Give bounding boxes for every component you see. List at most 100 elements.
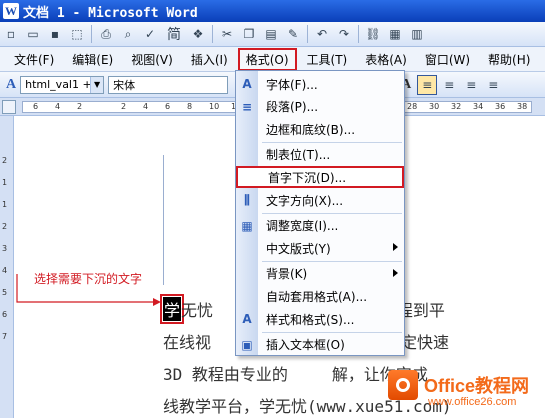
format-menu-item-10[interactable]: A 样式和格式(S)... <box>236 308 404 330</box>
text-direction-icon: ⫼ <box>244 192 250 207</box>
format-painter-icon[interactable]: ✎ <box>283 24 303 44</box>
menu-item-6[interactable]: 表格(A) <box>357 49 415 70</box>
selected-first-character[interactable]: 学 <box>159 294 185 324</box>
save-icon[interactable]: ▪ <box>45 24 65 44</box>
text-box-icon: ▣ <box>241 337 253 352</box>
ruler-number: 30 <box>429 102 440 111</box>
toolbar-separator <box>212 25 213 43</box>
ruler-number: 4 <box>143 102 149 111</box>
ruler-number: 28 <box>407 102 418 111</box>
submenu-arrow-icon <box>393 268 398 277</box>
new-document-icon[interactable]: ▫ <box>1 24 21 44</box>
font-combo[interactable]: 宋体 <box>108 75 229 94</box>
font-combo-value: 宋体 <box>113 78 136 92</box>
format-menu-item-1[interactable]: ≡ 段落(P)... <box>236 96 404 118</box>
print-preview-icon[interactable]: ⌕ <box>118 24 138 44</box>
open-folder-icon[interactable]: ▭ <box>23 24 43 44</box>
ruler-number: 2 <box>77 102 83 111</box>
ruler-number: 10 <box>209 102 220 111</box>
permission-icon[interactable]: ⬚ <box>67 24 87 44</box>
paste-icon[interactable]: ▤ <box>261 24 281 44</box>
menu-separator <box>262 331 402 333</box>
menu-separator <box>262 212 402 214</box>
watermark-url: www.office26.com <box>428 396 517 408</box>
align-left-icon[interactable]: ≡ <box>417 74 438 95</box>
menu-item-8[interactable]: 帮助(H) <box>480 49 538 70</box>
align-center-icon[interactable]: ≡ <box>439 75 459 95</box>
ruler-number: 2 <box>121 102 127 111</box>
annotation-label: 选择需要下沉的文字 <box>34 272 143 286</box>
format-menu-item-9[interactable]: 自动套用格式(A)... <box>236 285 404 307</box>
style-combo[interactable]: html_val1 + ▼ <box>20 75 105 94</box>
format-menu-item-7[interactable]: 中文版式(Y) <box>236 237 404 259</box>
format-menu-item-5[interactable]: ⫼ 文字方向(X)... <box>236 189 404 211</box>
menu-item-2[interactable]: 视图(V) <box>123 49 181 70</box>
watermark-title: Office教程网 <box>424 376 530 396</box>
format-menu-item-0[interactable]: A 字体(F)... <box>236 73 404 95</box>
format-menu-item-3[interactable]: 制表位(T)... <box>236 144 404 166</box>
format-menu-label: 背景(K) <box>266 267 308 282</box>
ruler-number: 36 <box>495 102 506 111</box>
line1-text: 无忧 <box>181 301 214 320</box>
vruler-number: 2 <box>2 222 8 231</box>
cut-icon[interactable]: ✂ <box>217 24 237 44</box>
vruler-number: 7 <box>2 332 8 341</box>
format-menu-item-6[interactable]: ▦ 调整宽度(I)... <box>236 215 404 237</box>
ruler-number: 34 <box>473 102 484 111</box>
ruler-number: 32 <box>451 102 462 111</box>
justify-icon[interactable]: ≡ <box>483 75 503 95</box>
vruler-number: 6 <box>2 310 8 319</box>
vruler-number: 4 <box>2 266 8 275</box>
format-menu-label: 插入文本框(O) <box>266 338 345 353</box>
format-menu-label: 字体(F)... <box>266 77 318 92</box>
vruler-number: 1 <box>2 178 8 187</box>
format-menu-label: 制表位(T)... <box>266 148 331 163</box>
menu-separator <box>262 141 402 143</box>
styles-icon[interactable]: A <box>6 77 16 93</box>
format-menu-label: 样式和格式(S)... <box>266 312 355 327</box>
menu-bar: 文件(F) 编辑(E) 视图(V) 插入(I) 格式(O) 工具(T) 表格(A) 窗口(W)… <box>0 47 545 72</box>
line3a: 3D 教程由专业的 <box>163 365 288 384</box>
format-menu-item-2[interactable]: 边框和底纹(B)... <box>236 118 404 140</box>
undo-icon[interactable]: ↶ <box>312 24 332 44</box>
align-right-icon[interactable]: ≡ <box>461 75 481 95</box>
hyperlink-icon[interactable]: ⛓ <box>363 24 383 44</box>
format-menu-dropdown: A 字体(F)... ≡ 段落(P)... 边框和底纹(B)... 制表位(T)... 首字… <box>235 70 405 356</box>
menu-separator <box>262 260 402 262</box>
format-menu-item-11[interactable]: ▣ 插入文本框(O) <box>236 334 404 356</box>
style-combo-value: html_val1 + <box>25 78 92 91</box>
menu-item-0[interactable]: 文件(F) <box>6 49 62 70</box>
fit-width-icon: ▦ <box>241 218 253 233</box>
menu-item-1[interactable]: 编辑(E) <box>64 49 121 70</box>
format-menu-item-4[interactable]: 首字下沉(D)... <box>236 166 404 189</box>
chinese-convert-button[interactable]: 简 <box>162 24 186 44</box>
format-menu-label: 自动套用格式(A)... <box>266 289 368 304</box>
spelling-icon[interactable]: ✓ <box>140 24 160 44</box>
menu-item-4[interactable]: 格式(O) <box>237 47 297 71</box>
format-menu-label: 调整宽度(I)... <box>266 219 339 234</box>
format-menu-label: 段落(P)... <box>266 100 319 115</box>
research-icon[interactable]: ❖ <box>188 24 208 44</box>
format-menu-label: 边框和底纹(B)... <box>266 122 356 137</box>
tab-selector[interactable] <box>2 100 16 114</box>
ruler-number: 38 <box>517 102 528 111</box>
word-app-icon[interactable]: W <box>3 3 19 19</box>
vruler-number: 3 <box>2 244 8 253</box>
ruler-number: 4 <box>55 102 61 111</box>
font-icon: A <box>242 77 252 91</box>
submenu-arrow-icon <box>393 243 398 252</box>
margin-guide <box>163 155 164 285</box>
menu-item-3[interactable]: 插入(I) <box>183 49 236 70</box>
format-menu-item-8[interactable]: 背景(K) <box>236 263 404 285</box>
paragraph-icon: ≡ <box>241 99 253 114</box>
insert-table-icon[interactable]: ▥ <box>407 24 427 44</box>
vertical-ruler[interactable]: 2 1 1 2 3 4 5 6 7 <box>0 116 14 418</box>
tables-icon[interactable]: ▦ <box>385 24 405 44</box>
styles-formatting-icon: A <box>242 312 252 326</box>
redo-icon[interactable]: ↷ <box>334 24 354 44</box>
copy-icon[interactable]: ❐ <box>239 24 259 44</box>
print-icon[interactable]: ⎙ <box>96 24 116 44</box>
chevron-down-icon[interactable]: ▼ <box>90 76 104 93</box>
menu-item-7[interactable]: 窗口(W) <box>417 49 478 70</box>
menu-item-5[interactable]: 工具(T) <box>299 49 356 70</box>
